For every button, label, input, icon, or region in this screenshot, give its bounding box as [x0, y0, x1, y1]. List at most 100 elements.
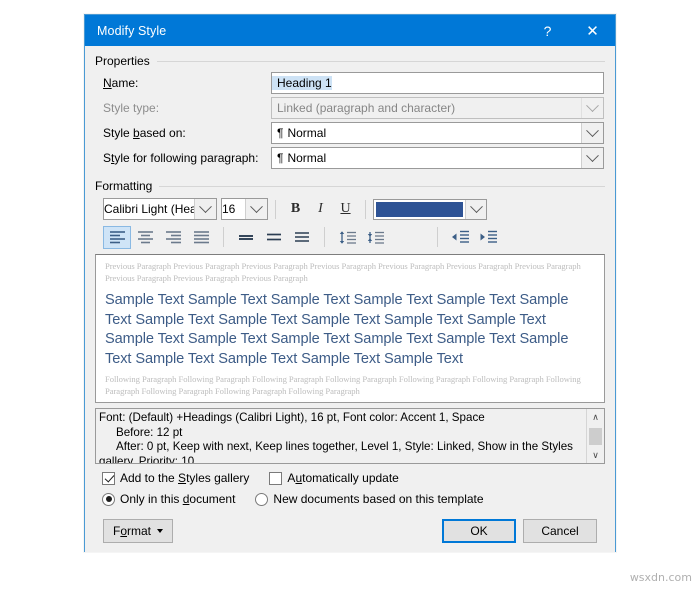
font-color-dropdown[interactable] — [373, 198, 487, 220]
formatting-group-label: Formatting — [95, 179, 153, 193]
style-type-dropdown: Linked (paragraph and character) — [271, 97, 604, 119]
add-to-styles-gallery-label: Add to the Styles gallery — [120, 471, 249, 485]
style-following-row: Style for following paragraph: ¶ Normal — [95, 146, 605, 170]
add-to-styles-gallery-checkbox[interactable] — [102, 471, 115, 485]
chevron-down-icon[interactable] — [465, 199, 486, 219]
decrease-paragraph-spacing-button[interactable] — [361, 226, 389, 249]
ok-button[interactable]: OK — [442, 519, 516, 543]
toolbar-separator — [324, 227, 325, 247]
style-following-label: Style for following paragraph: — [95, 151, 271, 165]
titlebar-buttons: ? ✕ — [525, 15, 615, 46]
font-color-swatch — [376, 201, 463, 217]
font-toolbar: Calibri Light (Head 16 B I U — [95, 196, 605, 222]
based-on-label-pre: Style — [103, 126, 134, 140]
name-label-rest: ame: — [111, 76, 139, 90]
style-based-on-dropdown[interactable]: ¶ Normal — [271, 122, 604, 144]
style-based-on-label: Style based on: — [95, 126, 271, 140]
description-line-2: Before: 12 pt — [116, 425, 183, 439]
gallery-options-row: Add to the Styles gallery Automatically … — [95, 468, 605, 488]
following-label-pre: S — [103, 151, 112, 165]
pilcrow-icon: ¶ — [277, 126, 284, 140]
description-scrollbar[interactable]: ∧ ∨ — [586, 409, 604, 463]
font-name-dropdown[interactable]: Calibri Light (Head — [103, 198, 217, 220]
auto-update-label-post: tomatically update — [302, 471, 399, 485]
based-on-label-post: ased on: — [139, 126, 186, 140]
description-line-3: After: 0 pt, Keep with next, Keep lines … — [116, 440, 573, 454]
line-spacing-1-5-button[interactable] — [260, 226, 288, 249]
watermark: wsxdn.com — [629, 571, 692, 584]
font-size-dropdown[interactable]: 16 — [221, 198, 268, 220]
line-spacing-double-button[interactable] — [288, 226, 316, 249]
style-following-dropdown[interactable]: ¶ Normal — [271, 147, 604, 169]
align-left-button[interactable] — [103, 225, 131, 249]
only-in-this-document-label: Only in this document — [120, 492, 235, 506]
new-documents-radio[interactable] — [255, 492, 269, 506]
automatically-update-label: Automatically update — [287, 471, 398, 485]
close-icon[interactable]: ✕ — [570, 15, 615, 46]
chevron-down-icon[interactable] — [581, 123, 603, 143]
automatically-update-checkbox[interactable] — [269, 471, 283, 485]
font-size-value: 16 — [222, 202, 236, 216]
name-label-accesskey: N — [103, 76, 112, 90]
based-on-label-accesskey: b — [133, 126, 140, 140]
only-in-this-document-radio[interactable] — [102, 492, 115, 506]
chevron-down-icon — [581, 98, 603, 118]
formatting-group-header: Formatting — [95, 171, 605, 193]
format-label-post: rmat — [127, 524, 152, 538]
underline-button[interactable]: U — [333, 198, 358, 221]
style-based-on-row: Style based on: ¶ Normal — [95, 121, 605, 145]
style-type-value: Linked (paragraph and character) — [277, 101, 456, 115]
dialog-footer: Fo rmat OK Cancel — [95, 519, 605, 543]
line-spacing-single-button[interactable] — [232, 226, 260, 249]
name-label: Name: — [95, 76, 271, 90]
align-right-button[interactable] — [159, 226, 187, 249]
style-type-label: Style type: — [103, 101, 160, 115]
preview-sample-text: Sample Text Sample Text Sample Text Samp… — [105, 292, 569, 367]
align-center-button[interactable] — [131, 226, 159, 249]
scrollbar-thumb[interactable] — [589, 427, 602, 445]
toolbar-separator — [437, 227, 438, 247]
style-description-box: Font: (Default) +Headings (Calibri Light… — [95, 408, 605, 464]
format-label-accesskey: o — [120, 524, 128, 538]
dialog-body: Properties Name: Heading 1 Style type: L… — [85, 46, 615, 552]
properties-group-header: Properties — [95, 46, 605, 68]
description-line-1: Font: (Default) +Headings (Calibri Light… — [99, 411, 485, 424]
style-based-on-value: Normal — [287, 126, 327, 140]
format-button[interactable]: Fo rmat — [103, 519, 173, 543]
group-rule-line — [156, 60, 605, 62]
scroll-down-icon[interactable]: ∨ — [587, 447, 604, 463]
style-name-value: Heading 1 — [272, 76, 332, 90]
toolbar-separator — [223, 227, 224, 247]
align-justify-button[interactable] — [187, 226, 215, 249]
dialog-titlebar[interactable]: Modify Style ? ✕ — [85, 15, 615, 46]
style-type-row: Style type: Linked (paragraph and charac… — [95, 96, 605, 120]
bold-button[interactable]: B — [283, 198, 308, 221]
scope-options-row: Only in this document New documents base… — [95, 489, 605, 509]
italic-button[interactable]: I — [308, 198, 333, 221]
decrease-indent-button[interactable] — [446, 226, 474, 249]
font-name-value: Calibri Light (Head — [104, 202, 194, 216]
style-description-text: Font: (Default) +Headings (Calibri Light… — [96, 409, 586, 463]
scroll-up-icon[interactable]: ∧ — [587, 409, 604, 425]
style-following-value: Normal — [287, 151, 327, 165]
toolbar-separator — [365, 199, 366, 219]
properties-group-label: Properties — [95, 54, 150, 68]
preview-previous-paragraph: Previous Paragraph Previous Paragraph Pr… — [105, 261, 581, 283]
chevron-down-icon[interactable] — [194, 199, 216, 219]
gallery-label-post: tyles gallery — [186, 471, 250, 485]
only-doc-label-post: ocument — [189, 492, 236, 506]
cancel-button[interactable]: Cancel — [523, 519, 597, 543]
style-name-input[interactable]: Heading 1 — [271, 72, 604, 94]
chevron-down-icon[interactable] — [245, 199, 267, 219]
toolbar-separator — [275, 199, 276, 219]
format-label-pre: F — [112, 524, 121, 538]
increase-paragraph-spacing-button[interactable] — [333, 226, 361, 249]
increase-indent-button[interactable] — [474, 226, 502, 249]
modify-style-dialog: Modify Style ? ✕ Properties Name: Headin… — [84, 14, 616, 552]
following-label-post: yle for following paragraph: — [114, 151, 259, 165]
only-doc-label-pre: Only in this — [120, 492, 183, 506]
help-icon[interactable]: ? — [525, 15, 570, 46]
paragraph-toolbar — [95, 223, 605, 251]
chevron-down-icon[interactable] — [581, 148, 603, 168]
pilcrow-icon: ¶ — [277, 151, 284, 165]
